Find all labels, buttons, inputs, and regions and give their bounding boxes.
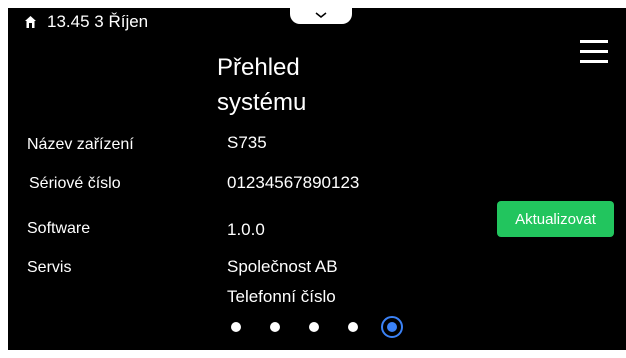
hamburger-menu-icon[interactable]	[580, 40, 610, 64]
service-company-value: Společnost AB	[227, 257, 338, 276]
service-label: Servis	[27, 259, 72, 276]
page-title-line1: Přehled	[217, 54, 300, 81]
software-version-value: 1.0.0	[227, 220, 265, 239]
device-name-value: S735	[227, 133, 267, 152]
update-button[interactable]: Aktualizovat	[497, 201, 614, 237]
status-datetime: 13.45 3 Říjen	[47, 12, 149, 31]
screen: 13.45 3 Říjen Přehled systému Název zaří…	[8, 8, 626, 350]
page-dot[interactable]	[270, 322, 280, 332]
page-dot-active[interactable]	[381, 316, 403, 338]
page-title: Přehled systému	[217, 50, 306, 120]
page-indicator	[231, 316, 411, 338]
pull-down-tab[interactable]	[290, 8, 352, 24]
status-bar: 13.45 3 Říjen	[24, 12, 148, 32]
page-title-line2: systému	[217, 89, 307, 116]
page-dot[interactable]	[309, 322, 319, 332]
serial-number-value: 01234567890123	[227, 173, 360, 192]
device-name-label: Název zařízení	[27, 136, 134, 153]
home-icon	[24, 15, 37, 29]
software-label: Software	[27, 220, 91, 237]
serial-number-label: Sériové číslo	[29, 175, 121, 192]
service-phone-value: Telefonní číslo	[227, 287, 336, 306]
chevron-down-icon	[315, 12, 327, 18]
page-dot[interactable]	[348, 322, 358, 332]
page-dot[interactable]	[231, 322, 241, 332]
